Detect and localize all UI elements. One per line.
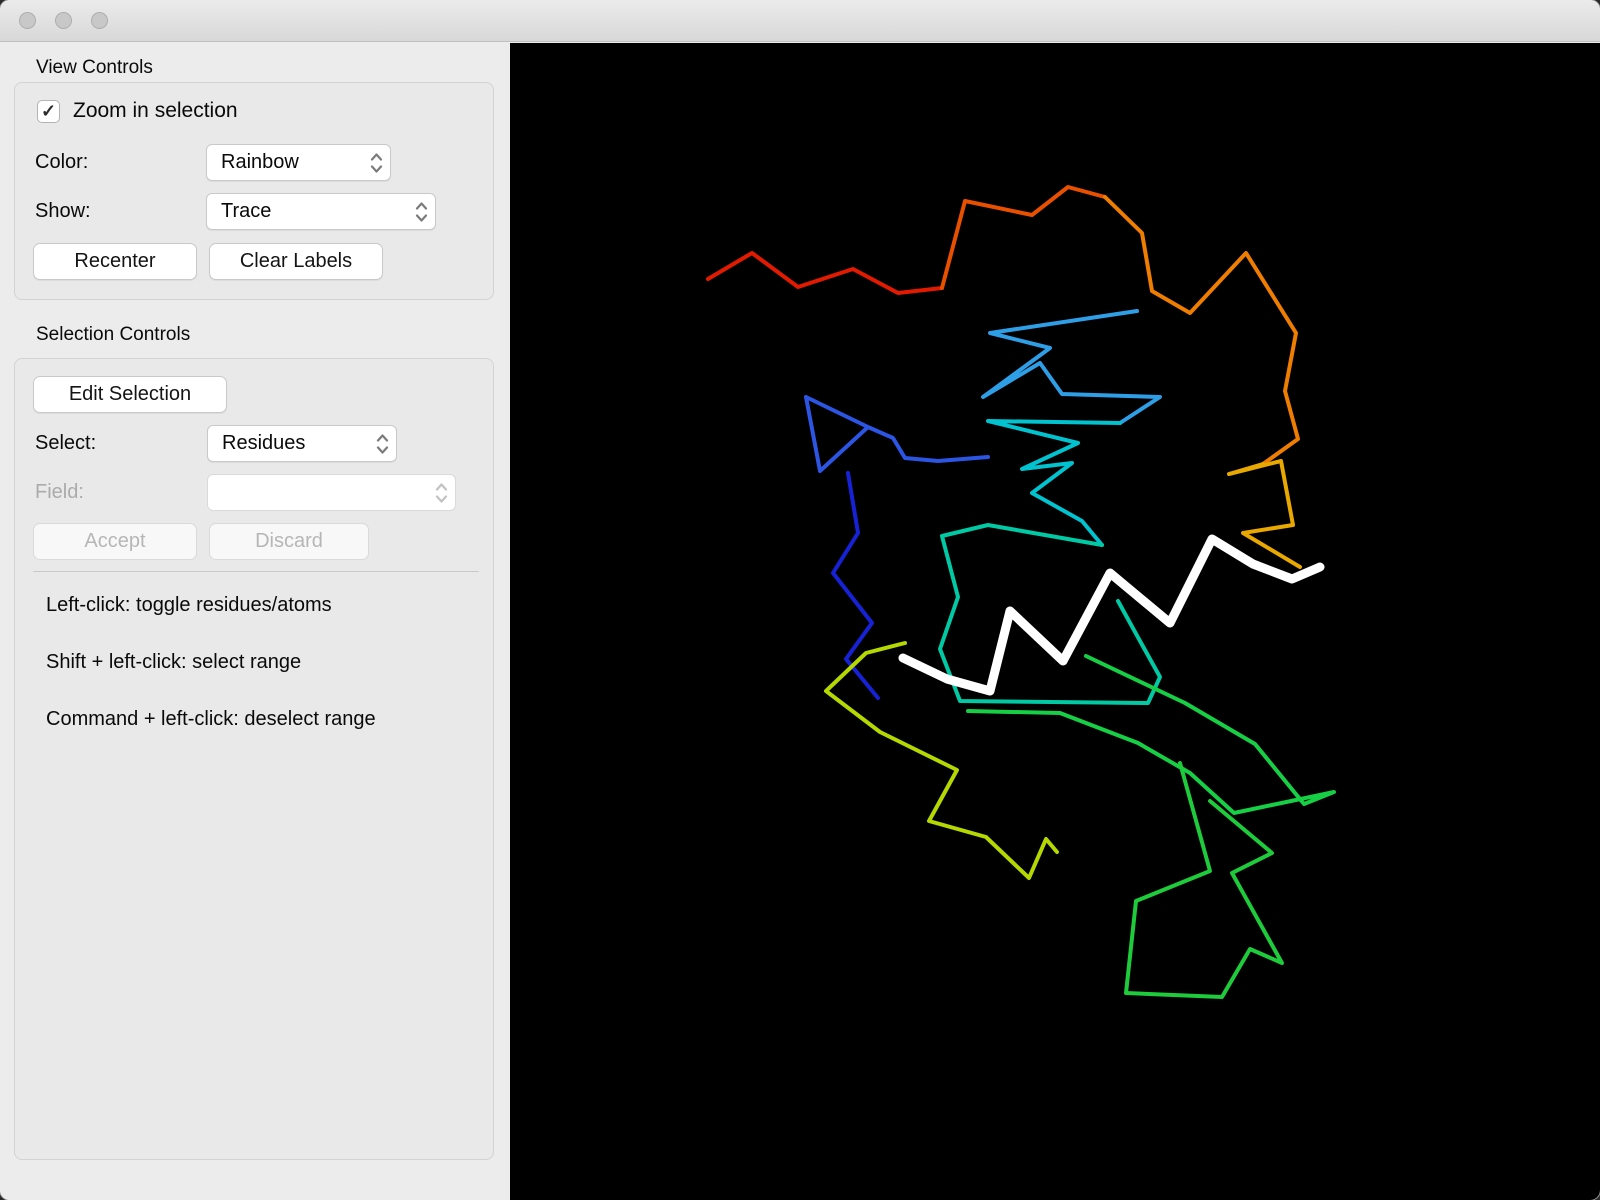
color-label: Color: — [35, 151, 89, 173]
app-window: View Controls ✓ Zoom in selection Color:… — [0, 0, 1600, 1200]
trace-segment-spring-green — [966, 654, 1336, 815]
color-dropdown-value: Rainbow — [221, 151, 299, 173]
discard-button[interactable]: Discard — [209, 523, 369, 560]
trace-segment-orange — [1103, 195, 1300, 466]
traffic-lights — [19, 12, 127, 29]
chevron-updown-icon — [375, 432, 390, 455]
chevron-updown-icon — [434, 481, 449, 504]
trace-segment-cyan — [986, 419, 1122, 547]
trace-segment-orange-red — [940, 185, 1107, 290]
chevron-updown-icon — [414, 200, 429, 223]
accept-button[interactable]: Accept — [33, 523, 197, 560]
field-dropdown[interactable] — [207, 474, 456, 511]
color-dropdown[interactable]: Rainbow — [206, 144, 391, 181]
close-button[interactable] — [19, 12, 36, 29]
trace-segment-red — [706, 251, 944, 295]
checkbox-box[interactable]: ✓ — [37, 99, 60, 123]
clear-labels-button[interactable]: Clear Labels — [209, 243, 383, 280]
select-dropdown-value: Residues — [222, 432, 306, 454]
zoom-in-selection-checkbox[interactable]: ✓ Zoom in selection — [37, 99, 238, 123]
select-label: Select: — [35, 432, 97, 454]
help-left-click: Left-click: toggle residues/atoms — [46, 594, 332, 616]
titlebar — [0, 0, 1600, 42]
trace-segment-light-blue — [981, 309, 1162, 425]
protein-trace-svg — [706, 185, 1336, 999]
show-label: Show: — [35, 200, 91, 222]
checkbox-label: Zoom in selection — [73, 99, 238, 122]
help-shift-click: Shift + left-click: select range — [46, 651, 302, 673]
trace-segment-green — [1124, 761, 1284, 999]
recenter-button[interactable]: Recenter — [33, 243, 197, 280]
view-controls-group: ✓ Zoom in selection Color: Rainbow Show:… — [14, 82, 494, 300]
viewport-canvas[interactable] — [510, 43, 1600, 1200]
show-dropdown-value: Trace — [221, 200, 272, 222]
field-label: Field: — [35, 481, 84, 503]
trace-segment-blue — [804, 395, 990, 473]
control-sidebar: View Controls ✓ Zoom in selection Color:… — [0, 43, 510, 1200]
view-controls-heading: View Controls — [36, 57, 153, 78]
chevron-updown-icon — [369, 151, 384, 174]
selection-controls-group: Edit Selection Select: Residues Field: A… — [14, 358, 494, 1160]
select-dropdown[interactable]: Residues — [207, 425, 397, 462]
edit-selection-button[interactable]: Edit Selection — [33, 376, 227, 413]
divider — [33, 571, 479, 572]
minimize-button[interactable] — [55, 12, 72, 29]
selection-controls-heading: Selection Controls — [36, 324, 191, 345]
checkmark-icon: ✓ — [40, 101, 57, 121]
help-command-click: Command + left-click: deselect range — [46, 708, 376, 730]
zoom-button[interactable] — [91, 12, 108, 29]
show-dropdown[interactable]: Trace — [206, 193, 436, 230]
